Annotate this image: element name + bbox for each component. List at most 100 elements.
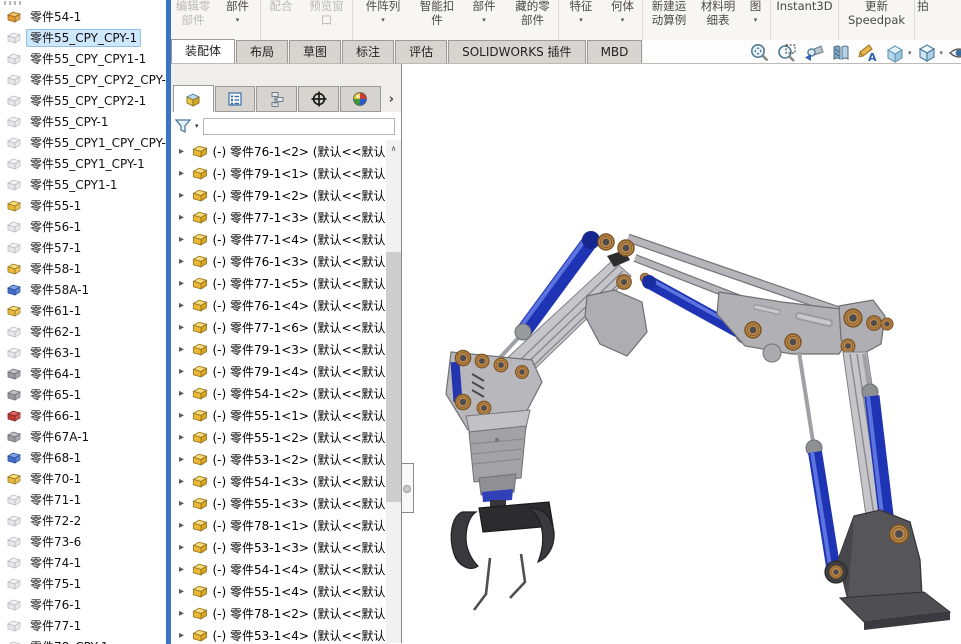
ribbon-button[interactable]: 件阵列 ▾ [353,0,413,40]
expand-arrow-icon[interactable]: ▸ [179,212,188,223]
part-list-item[interactable]: 零件66-1 [0,405,166,426]
robot-elbow-plate[interactable] [585,234,647,356]
expand-arrow-icon[interactable]: ▸ [179,410,188,421]
part-list-item[interactable]: 零件75-1 [0,573,166,594]
feature-tree-item[interactable]: ▸ (-) 零件53-1<3> (默认<<默认> [171,536,386,558]
part-list-item[interactable]: 零件55_CPY-1 [0,111,166,132]
expand-arrow-icon[interactable]: ▸ [179,476,188,487]
feature-tree-item[interactable]: ▸ (-) 零件55-1<3> (默认<<默认> [171,492,386,514]
part-list-item[interactable]: 零件74-1 [0,552,166,573]
part-list-item[interactable]: 零件68-1 [0,447,166,468]
ribbon-button[interactable]: Instant3D ▾ [771,0,839,40]
part-list-item[interactable]: 零件54-1 [0,6,166,27]
feature-tree-item[interactable]: ▸ (-) 零件55-1<4> (默认<<默认> [171,580,386,602]
feature-tree-item[interactable]: ▸ (-) 零件79-1<1> (默认<<默认> [171,162,386,184]
ribbon-button[interactable]: 智能扣 件 ▾ [413,0,461,40]
previous-view-icon[interactable] [802,41,827,64]
expand-arrow-icon[interactable]: ▸ [179,146,188,157]
part-list-item[interactable]: 零件55_CPY_CPY2-1 [0,90,166,111]
part-list-item[interactable]: 零件55_CPY1_CPY_CPY-1 [0,132,166,153]
command-tab[interactable]: 草图 [289,40,341,63]
robot-wrist-barrel[interactable] [466,410,530,510]
expand-arrow-icon[interactable]: ▸ [179,564,188,575]
feature-tree-item[interactable]: ▸ (-) 零件55-1<2> (默认<<默认> [171,426,386,448]
expand-arrow-icon[interactable]: ▸ [179,234,188,245]
ribbon-button[interactable]: 藏的零 部件 ▾ [507,0,559,40]
expand-arrow-icon[interactable]: ▸ [179,344,188,355]
zoom-to-fit-icon[interactable] [748,41,773,64]
scrollbar-thumb[interactable] [386,252,401,502]
expand-arrow-icon[interactable]: ▸ [179,608,188,619]
feature-tree-item[interactable]: ▸ (-) 零件76-1<4> (默认<<默认> [171,294,386,316]
part-list-item[interactable]: 零件78_CPY-1 [0,636,166,644]
robot-arm-model[interactable] [402,64,961,643]
feature-tree-item[interactable]: ▸ (-) 零件77-1<4> (默认<<默认> [171,228,386,250]
robot-right-elbow[interactable] [839,300,893,356]
expand-arrow-icon[interactable]: ▸ [179,300,188,311]
part-list-item[interactable]: 零件76-1 [0,594,166,615]
scroll-up-icon[interactable]: ∧ [386,140,401,156]
expand-arrow-icon[interactable]: ▸ [179,388,188,399]
feature-tree-item[interactable]: ▸ (-) 零件78-1<1> (默认<<默认> [171,514,386,536]
feature-tree-item[interactable]: ▸ (-) 零件76-1<3> (默认<<默认> [171,250,386,272]
section-view-icon[interactable] [829,41,854,64]
hide-show-items-icon[interactable] [946,41,961,64]
feature-tree-item[interactable]: ▸ (-) 零件77-1<3> (默认<<默认> [171,206,386,228]
feature-tree-item[interactable]: ▸ (-) 零件77-1<5> (默认<<默认> [171,272,386,294]
part-list-item[interactable]: 零件64-1 [0,363,166,384]
expand-arrow-icon[interactable]: ▸ [179,454,188,465]
expand-arrow-icon[interactable]: ▸ [179,542,188,553]
filter-funnel-icon[interactable] [175,118,193,134]
tab-configurationmanager[interactable] [256,86,297,112]
part-list-item[interactable]: 零件56-1 [0,216,166,237]
part-list-item[interactable]: 零件77-1 [0,615,166,636]
view-orientation-icon[interactable] [914,41,939,64]
feature-tree-item[interactable]: ▸ (-) 零件53-1<4> (默认<<默认> [171,624,386,643]
view-orientation-dropdown-icon[interactable]: ▾ [939,49,943,57]
ribbon-button[interactable]: 何体 ▾ [603,0,643,40]
tree-scrollbar[interactable]: ∧ [386,140,401,643]
feature-tree-item[interactable]: ▸ (-) 零件54-1<2> (默认<<默认> [171,382,386,404]
command-tab[interactable]: 布局 [236,40,288,63]
expand-arrow-icon[interactable]: ▸ [179,630,188,641]
expand-arrow-icon[interactable]: ▸ [179,432,188,443]
part-list-item[interactable]: 零件58-1 [0,258,166,279]
hydraulic-cylinder-lower-left[interactable] [799,352,842,578]
expand-arrow-icon[interactable]: ▸ [179,586,188,597]
ribbon-button[interactable]: 新建运 动算例 ▾ [643,0,695,40]
robot-base[interactable] [825,510,950,630]
expand-arrow-icon[interactable]: ▸ [179,256,188,267]
ribbon-button[interactable]: 配合 ▾ [261,0,301,40]
part-list-item[interactable]: 零件55_CPY_CPY-1 [0,27,166,48]
expand-arrow-icon[interactable]: ▸ [179,168,188,179]
command-tab[interactable]: 标注 [342,40,394,63]
ribbon-button[interactable]: 拍 ▾ [915,0,931,40]
part-list-item[interactable]: 零件55_CPY1_CPY-1 [0,153,166,174]
part-list-item[interactable]: 零件58A-1 [0,279,166,300]
expand-arrow-icon[interactable]: ▸ [179,190,188,201]
filter-dropdown-icon[interactable]: ▾ [195,122,199,130]
part-list-item[interactable]: 零件57-1 [0,237,166,258]
tab-displaymanager[interactable] [340,86,381,112]
feature-tree-item[interactable]: ▸ (-) 零件77-1<6> (默认<<默认> [171,316,386,338]
part-list-item[interactable]: 零件55_CPY_CPY1-1 [0,48,166,69]
expand-panel-icon[interactable]: › [382,86,401,112]
part-list-item[interactable]: 零件73-6 [0,531,166,552]
part-list-item[interactable]: 零件62-1 [0,321,166,342]
display-style-icon[interactable] [883,41,908,64]
feature-tree-item[interactable]: ▸ (-) 零件78-1<2> (默认<<默认> [171,602,386,624]
tab-dimxpertmanager[interactable] [298,86,339,112]
part-list-item[interactable]: 零件67A-1 [0,426,166,447]
feature-tree-item[interactable]: ▸ (-) 零件53-1<2> (默认<<默认> [171,448,386,470]
part-list-item[interactable]: 零件55_CPY1-1 [0,174,166,195]
ribbon-button[interactable]: 部件 ▾ [461,0,507,40]
ribbon-button[interactable]: 编辑零 部件 ▾ [171,0,215,40]
display-style-dropdown-icon[interactable]: ▾ [908,49,912,57]
expand-arrow-icon[interactable]: ▸ [179,366,188,377]
command-tab[interactable]: 装配体 [171,39,235,63]
feature-tree-item[interactable]: ▸ (-) 零件55-1<1> (默认<<默认> [171,404,386,426]
expand-arrow-icon[interactable]: ▸ [179,322,188,333]
graphics-viewport[interactable] [401,64,961,643]
robot-central-plate[interactable] [717,292,855,362]
expand-arrow-icon[interactable]: ▸ [179,498,188,509]
